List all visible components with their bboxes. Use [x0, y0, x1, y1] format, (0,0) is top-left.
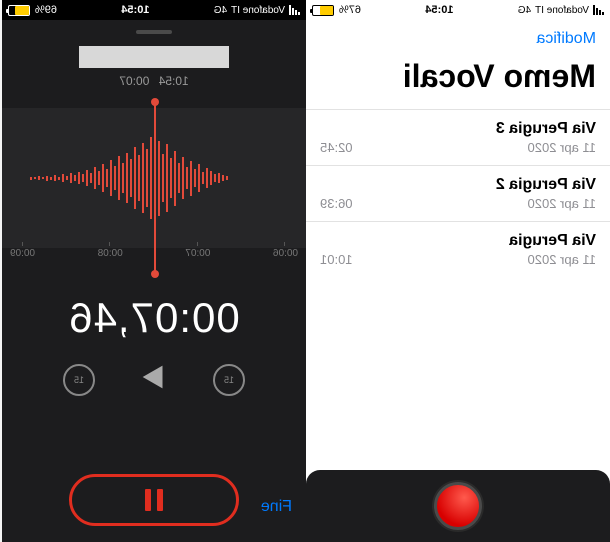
recording-title-field[interactable] — [79, 46, 229, 68]
status-bar: Vodafone IT 4G 10:54 67% — [306, 0, 610, 20]
network-label: 4G — [518, 5, 531, 16]
voice-memos-list-screen: Vodafone IT 4G 10:54 67% Modifica Memo V… — [306, 0, 610, 542]
recording-clock: 10:54 — [159, 74, 189, 88]
signal-icon — [289, 5, 300, 15]
memo-title: Via Perugia 3 — [320, 120, 596, 138]
battery-icon — [8, 5, 30, 16]
memo-duration: 06:39 — [320, 196, 353, 211]
status-bar: Vodafone IT 4G 10:54 69% — [2, 0, 306, 20]
ruler-tick: 00:09 — [10, 248, 35, 272]
memo-duration: 02:45 — [320, 140, 353, 155]
memo-item[interactable]: Via Perugia 11 apr 2020 10:01 — [306, 221, 610, 277]
page-title: Memo Vocali — [306, 54, 610, 109]
memo-item[interactable]: Via Perugia 3 11 apr 2020 02:45 — [306, 109, 610, 165]
memo-list: Via Perugia 3 11 apr 2020 02:45 Via Peru… — [306, 109, 610, 277]
ruler-tick: 00:06 — [273, 248, 298, 272]
carrier-label: Vodafone IT — [231, 5, 285, 16]
pause-button[interactable] — [69, 474, 239, 526]
skip-amount: 15 — [224, 375, 234, 385]
clock: 10:54 — [425, 4, 453, 16]
skip-forward-button[interactable]: 15 — [63, 364, 95, 396]
clock: 10:54 — [121, 4, 149, 16]
skip-amount: 15 — [74, 375, 84, 385]
memo-title: Via Perugia 2 — [320, 176, 596, 194]
ruler-tick: 00:07 — [185, 248, 210, 272]
memo-item[interactable]: Via Perugia 2 11 apr 2020 06:39 — [306, 165, 610, 221]
network-label: 4G — [214, 5, 227, 16]
carrier-label: Vodafone IT — [535, 5, 589, 16]
battery-percent: 67% — [339, 4, 361, 16]
memo-date: 11 apr 2020 — [528, 252, 596, 267]
voice-memo-recorder-screen: Vodafone IT 4G 10:54 69% 10:54 00:07 00:… — [2, 0, 306, 542]
play-button[interactable] — [137, 360, 171, 399]
pause-icon — [145, 489, 163, 511]
signal-icon — [593, 5, 604, 15]
drag-handle[interactable] — [136, 30, 172, 34]
record-bar — [306, 470, 610, 542]
memo-duration: 10:01 — [320, 252, 353, 267]
skip-back-button[interactable]: 15 — [213, 364, 245, 396]
memo-date: 11 apr 2020 — [528, 196, 596, 211]
play-icon — [137, 360, 171, 394]
memo-date: 11 apr 2020 — [528, 140, 596, 155]
waveform[interactable]: 00:06 00:07 00:08 00:09 — [2, 108, 306, 248]
battery-icon — [312, 5, 334, 16]
memo-title: Via Perugia — [320, 232, 596, 250]
battery-percent: 69% — [35, 4, 57, 16]
elapsed-timer: 00:07,46 — [2, 294, 306, 342]
time-ruler: 00:06 00:07 00:08 00:09 — [2, 248, 306, 272]
recording-length: 00:07 — [119, 74, 149, 88]
recording-meta: 10:54 00:07 — [2, 74, 306, 88]
edit-button[interactable]: Modifica — [306, 20, 610, 54]
ruler-tick: 00:08 — [98, 248, 123, 272]
done-button[interactable]: Fine — [261, 498, 292, 516]
playback-controls: 15 15 — [2, 360, 306, 399]
record-button[interactable] — [434, 482, 482, 530]
